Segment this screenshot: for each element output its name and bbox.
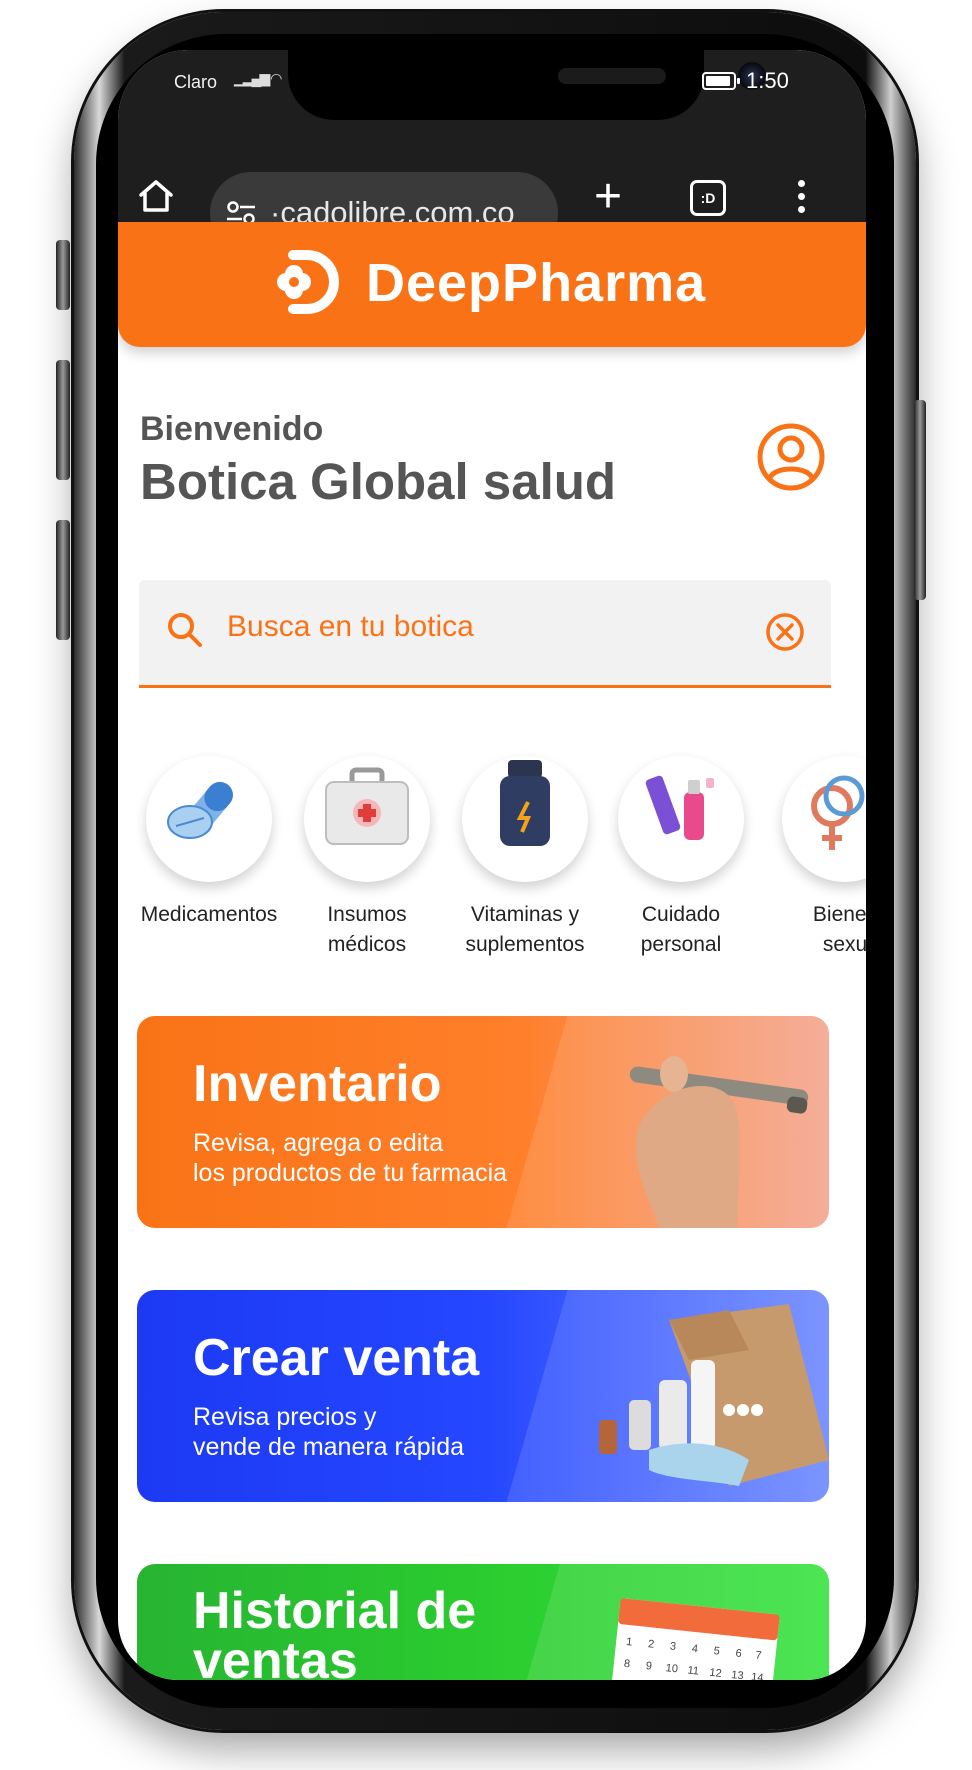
svg-text:2: 2 [647, 1638, 654, 1651]
sales-history-banner[interactable]: Historial de ventas 1234567 8 9 10 11 12 13 14 [137, 1564, 829, 1680]
volume-down-button [56, 360, 70, 480]
svg-text:9: 9 [645, 1660, 652, 1673]
svg-text:3: 3 [669, 1640, 676, 1653]
banner-title: Crear venta [193, 1329, 480, 1387]
svg-text:13: 13 [731, 1669, 744, 1680]
banner-description: Revisa precios y vende de manera rápida [193, 1403, 465, 1461]
svg-text:8: 8 [623, 1658, 630, 1671]
clear-search-icon[interactable] [765, 612, 805, 652]
inventory-banner[interactable]: Inventario Revisa, agrega o edita los pr… [137, 1016, 829, 1228]
category-medicamentos[interactable]: Medicamentos [134, 756, 284, 930]
svg-text:5: 5 [713, 1645, 720, 1658]
hand-pen-illustration [629, 1056, 809, 1228]
category-label: Vitaminas y suplementos [465, 903, 585, 956]
category-label: Bienes sexu [812, 903, 866, 956]
category-bienestar-sexual[interactable]: Bienes sexu [770, 756, 866, 960]
category-vitaminas[interactable]: Vitaminas y suplementos [450, 756, 600, 960]
banner-description: Revisa, agrega o edita los productos de … [193, 1129, 508, 1187]
tab-switcher-button[interactable]: :D [690, 180, 726, 216]
svg-text:1: 1 [626, 1636, 633, 1649]
cosmetics-icon [618, 756, 744, 882]
medicine-bag-illustration [599, 1304, 829, 1486]
gender-symbols-icon [782, 756, 866, 882]
svg-text:14: 14 [751, 1671, 764, 1680]
svg-text:12: 12 [709, 1667, 722, 1680]
new-tab-icon[interactable]: + [594, 173, 622, 221]
deeppharma-logo-icon [277, 250, 339, 314]
status-time: 1:50 [746, 68, 789, 93]
home-icon[interactable] [136, 176, 176, 216]
category-label: Insumos médicos [327, 903, 407, 956]
pills-icon [146, 756, 272, 882]
banner-title: Historial de ventas [193, 1582, 477, 1680]
search-icon[interactable] [165, 610, 205, 650]
mute-switch [56, 520, 70, 640]
carrier-label: Claro [174, 72, 218, 92]
welcome-label: Bienvenido [140, 410, 324, 448]
app-header: DeepPharma [118, 222, 866, 347]
notch [288, 50, 766, 120]
page-title: Botica Global salud [140, 453, 617, 510]
power-button [914, 400, 926, 600]
category-label: Medicamentos [140, 903, 278, 926]
search-input[interactable] [227, 610, 747, 644]
supplement-bottle-icon [462, 756, 588, 882]
phone-screen: Claro ▁▂▄▆ ◠ 1:50 ·cadolibre.com.co + :D [118, 50, 866, 1680]
first-aid-kit-icon [304, 756, 430, 882]
speaker [558, 68, 666, 84]
create-sale-banner[interactable]: Crear venta Revisa precios y vende de ma… [137, 1290, 829, 1502]
signal-wifi-icon: ▁▂▄▆ ◠ [234, 70, 282, 86]
svg-text:4: 4 [691, 1643, 698, 1656]
svg-text:7: 7 [755, 1649, 762, 1662]
calendar-illustration: 1234567 8 9 10 11 12 13 14 [605, 1598, 780, 1680]
volume-up-button [56, 240, 70, 310]
svg-text:6: 6 [735, 1647, 742, 1660]
profile-icon[interactable] [756, 422, 826, 492]
brand-name: DeepPharma [366, 253, 707, 313]
status-bar: Claro ▁▂▄▆ ◠ 1:50 [118, 50, 866, 122]
category-cuidado-personal[interactable]: Cuidado personal [606, 756, 756, 960]
more-menu-icon[interactable] [798, 180, 806, 219]
search-bar [139, 580, 831, 688]
battery-icon [702, 72, 740, 90]
svg-text:10: 10 [665, 1662, 678, 1675]
svg-text:11: 11 [687, 1664, 700, 1677]
banner-title: Inventario [193, 1055, 442, 1113]
category-label: Cuidado personal [640, 903, 722, 956]
category-insumos-medicos[interactable]: Insumos médicos [292, 756, 442, 960]
